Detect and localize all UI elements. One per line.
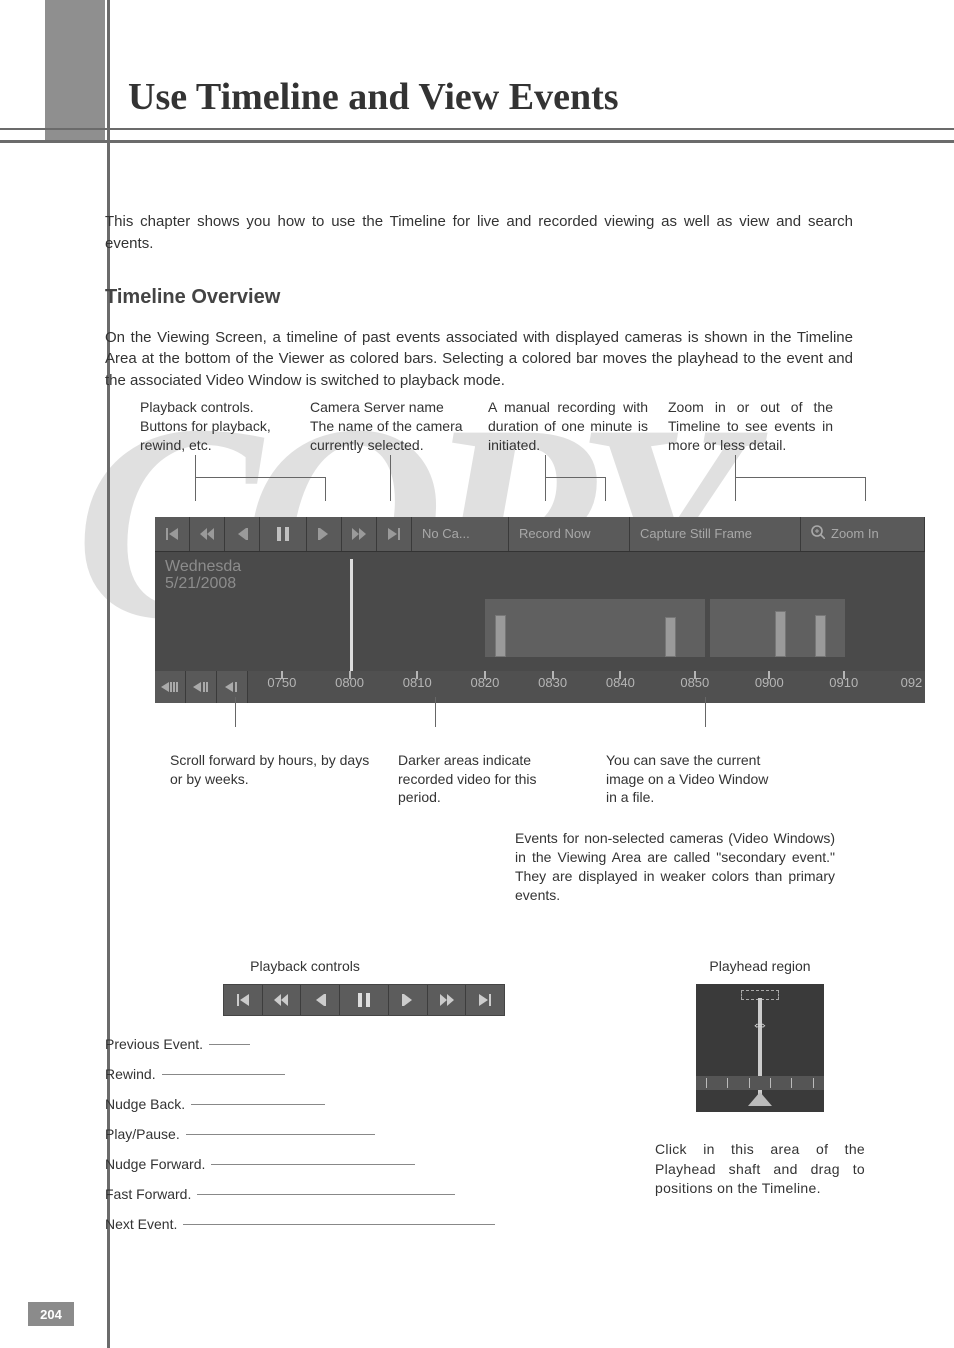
timeline-screenshot: No Ca... Record Now Capture Still Frame … xyxy=(155,517,925,697)
callout-scroll: Scroll forward by hours, by days or by w… xyxy=(170,751,398,808)
rewind-button[interactable] xyxy=(190,517,225,551)
label-nudge-back: Nudge Back. xyxy=(105,1096,185,1112)
next-event-button[interactable] xyxy=(377,517,412,551)
nudge-back-button[interactable] xyxy=(225,517,260,551)
header-rule xyxy=(0,140,954,143)
nudge-forward-button-2[interactable] xyxy=(389,985,428,1015)
body-text: This chapter shows you how to use the Ti… xyxy=(105,196,853,407)
page-number: 204 xyxy=(28,1302,74,1326)
nudge-back-button-2[interactable] xyxy=(301,985,340,1015)
camera-name-label: No Ca... xyxy=(412,517,509,551)
intro-paragraph: This chapter shows you how to use the Ti… xyxy=(105,211,853,255)
timeline-track[interactable] xyxy=(155,599,925,671)
page-title: Use Timeline and View Events xyxy=(128,75,619,119)
play-pause-button[interactable] xyxy=(260,517,307,551)
callout-record-now: A manual recording with duration of one … xyxy=(488,398,648,455)
lower-section: Playback controls xyxy=(105,958,865,1232)
playhead-caption: Click in this area of the Playhead shaft… xyxy=(655,1140,865,1199)
fast-forward-button-2[interactable] xyxy=(428,985,467,1015)
timeline-playhead[interactable] xyxy=(350,559,353,675)
section-heading: Timeline Overview xyxy=(105,283,853,312)
label-next-event: Next Event. xyxy=(105,1216,177,1232)
drag-arrow-icon: ⇔ xyxy=(751,1014,769,1035)
label-fast-fwd: Fast Forward. xyxy=(105,1186,191,1202)
callout-darker-areas: Darker areas indicate recorded video for… xyxy=(398,751,606,808)
playback-controls-title: Playback controls xyxy=(215,958,395,974)
play-pause-button-2[interactable] xyxy=(340,985,390,1015)
chapter-tab xyxy=(45,0,105,140)
callout-zoom: Zoom in or out of the Timeline to see ev… xyxy=(668,398,833,455)
playhead-region-title: Playhead region xyxy=(655,958,865,974)
callout-playback-controls: Playback controls. Buttons for playback,… xyxy=(140,398,300,455)
playhead-region-graphic[interactable]: ⇔ xyxy=(696,984,824,1112)
section-body: On the Viewing Screen, a timeline of pas… xyxy=(105,327,853,392)
callout-camera-name: Camera Server name The name of the camer… xyxy=(310,398,470,455)
next-event-button-2[interactable] xyxy=(466,985,504,1015)
capture-still-button[interactable]: Capture Still Frame xyxy=(630,517,801,551)
callout-save-image: You can save the current image on a Vide… xyxy=(606,751,804,808)
callouts-bottom: Scroll forward by hours, by days or by w… xyxy=(170,751,925,808)
rewind-button-2[interactable] xyxy=(263,985,302,1015)
playback-controls-strip xyxy=(223,984,505,1016)
prev-event-button-2[interactable] xyxy=(224,985,263,1015)
label-prev-event: Previous Event. xyxy=(105,1036,203,1052)
label-rewind: Rewind. xyxy=(105,1066,156,1082)
zoom-in-label: Zoom In xyxy=(831,526,879,541)
fast-forward-button[interactable] xyxy=(342,517,377,551)
zoom-in-icon xyxy=(811,525,825,542)
record-now-button[interactable]: Record Now xyxy=(509,517,630,551)
nudge-forward-button[interactable] xyxy=(307,517,342,551)
timeline-date: Wednesda 5/21/2008 xyxy=(155,552,925,599)
timeline-weekday: Wednesda xyxy=(165,558,915,576)
document-page: COPY Use Timeline and View Events This c… xyxy=(0,0,954,1348)
secondary-event-note: Events for non-selected cameras (Video W… xyxy=(515,829,835,905)
label-nudge-fwd: Nudge Forward. xyxy=(105,1156,205,1172)
title-underline xyxy=(0,128,954,130)
timeline-figure: Playback controls. Buttons for playback,… xyxy=(105,398,925,905)
timeline-full-date: 5/21/2008 xyxy=(165,575,915,593)
zoom-in-button[interactable]: Zoom In xyxy=(801,517,925,551)
playback-label-list: Previous Event. Rewind. Nudge Back. Play… xyxy=(105,1036,515,1232)
prev-event-button[interactable] xyxy=(155,517,190,551)
label-play-pause: Play/Pause. xyxy=(105,1126,180,1142)
